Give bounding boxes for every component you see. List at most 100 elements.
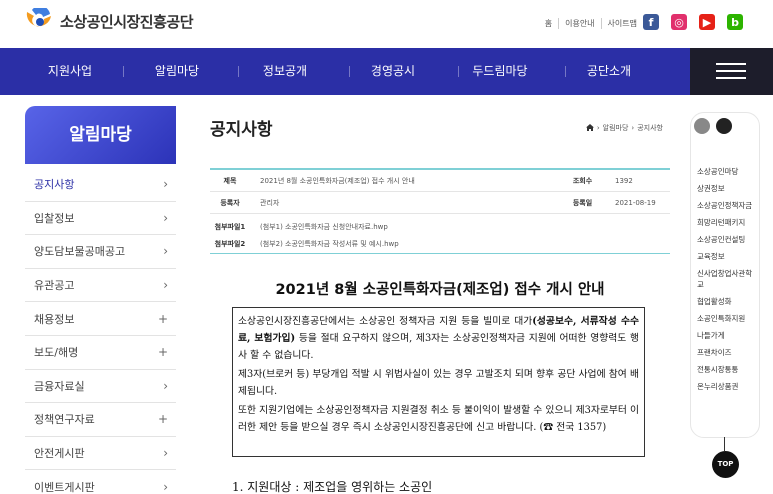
hamburger-menu-button[interactable] [690,48,773,95]
sidebar-item-label: 보도/해명 [34,346,79,360]
gnb-divider [238,66,239,77]
quick-menu-item[interactable]: 소상공인마당 [697,166,757,177]
gnb-item-disclosure[interactable]: 정보공개 [245,48,325,95]
date-label: 등록일 [572,198,593,207]
attachments: 첨부파일1 (첨부1) 소공인특화자금 신청안내자료.hwp 첨부파일2 (첨부… [210,214,670,254]
blog-icon[interactable]: b [727,14,743,30]
scroll-top-button[interactable]: TOP [712,451,739,478]
quick-menu-item[interactable]: 교육정보 [697,251,757,262]
chevron-right-icon: › [163,446,168,461]
home-icon[interactable] [585,123,594,133]
sidebar-item[interactable]: 양도담보물공매공고 › [25,235,176,269]
quick-menu-item[interactable]: 소상공인정책자금 [697,200,757,211]
chevron-right-icon: › [163,378,168,393]
post-subject-row: 제목 2021년 8월 소공인특화자금(제조업) 접수 개시 안내 조회수 13… [210,170,670,192]
quick-menu-item[interactable]: 소상공인컨설팅 [697,234,757,245]
youtube-icon[interactable]: ▶ [699,14,715,30]
sidebar-item[interactable]: 공지사항 › [25,168,176,202]
util-sitemap-link[interactable]: 사이트맵 [600,18,643,29]
gnb-item-notice[interactable]: 알림마당 [137,48,217,95]
facebook-icon[interactable]: f [643,14,659,30]
gnb-divider [349,66,350,77]
post-views: 1392 [615,176,633,185]
notice-text: 소상공인시장진흥공단에서는 소상공인 정책자금 지원 등을 빌미로 대가 [238,316,533,327]
sidebar-item[interactable]: 안전게시판 › [25,437,176,471]
plus-icon: + [157,311,168,326]
util-home-link[interactable]: 홈 [539,18,558,29]
arrow-up-icon [724,437,725,451]
quick-menu-item[interactable]: 소공인특화지원 [697,313,757,324]
lnb-title: 알림마당 [25,106,176,164]
attachment-row: 첨부파일2 (첨부2) 소공인특화자금 작성서류 및 예시.hwp [210,235,670,252]
side-nav: 공지사항 › 입찰정보 › 양도담보물공매공고 › 유관공고 › 채용정보 + 보도/해명 + 금융자료… [25,168,176,494]
post-author: 관리자 [260,198,280,207]
eligibility-heading: 1. 지원대상 : 제조업을 영위하는 소공인 [232,480,433,494]
quick-menu-item[interactable]: 전통시장통통 [697,364,757,375]
chat-icon[interactable] [716,118,732,134]
gnb-item-dodream[interactable]: 두드림마당 [460,48,540,95]
post-author-row: 등록자 관리자 등록일 2021-08-19 [210,192,670,214]
plus-icon: + [157,345,168,360]
sidebar-item[interactable]: 정책연구자료 + [25,403,176,437]
chevron-right-icon: › [163,479,168,494]
chevron-right-icon: › [163,210,168,225]
gnb-divider [458,66,459,77]
breadcrumb-separator: › [631,124,635,132]
util-guide-link[interactable]: 이용안내 [558,18,600,29]
quick-menu-item[interactable]: 나들가게 [697,330,757,341]
attachment-label: 첨부파일1 [214,222,246,231]
notice-paragraph: 또한 지원기업에는 소상공인정책자금 지원결정 취소 등 불이익이 발생할 수 … [238,405,640,433]
hamburger-icon [716,77,746,79]
chevron-right-icon: › [163,278,168,293]
sidebar-item[interactable]: 입찰정보 › [25,202,176,236]
chevron-right-icon: › [163,244,168,259]
attachment-link[interactable]: (첨부2) 소공인특화자금 작성서류 및 예시.hwp [250,239,399,249]
sidebar-item[interactable]: 유관공고 › [25,269,176,303]
page-title: 공지사항 [210,120,273,140]
quick-menu-item[interactable]: 협업활성화 [697,296,757,307]
camera-icon[interactable] [694,118,710,134]
post-date: 2021-08-19 [615,198,656,207]
gnb-divider [565,66,566,77]
attachment-label: 첨부파일2 [214,239,246,248]
sidebar-item[interactable]: 보도/해명 + [25,336,176,370]
breadcrumb: › 알림마당 › 공지사항 [585,123,663,133]
quick-menu-item[interactable]: 희망리턴패키지 [697,217,757,228]
attachment-link[interactable]: (첨부1) 소공인특화자금 신청안내자료.hwp [250,222,388,232]
logo[interactable]: 소상공인시장진흥공단 [24,5,194,34]
quick-menu-item[interactable]: 온누리상품권 [697,381,757,392]
gnb-divider [123,66,124,77]
quick-menu-item[interactable]: 프랜차이즈 [697,347,757,358]
gnb-item-management[interactable]: 경영공시 [353,48,433,95]
plus-icon: + [157,412,168,427]
breadcrumb-item[interactable]: 공지사항 [637,123,663,133]
sidebar-item-label: 공지사항 [34,178,75,192]
breadcrumb-item[interactable]: 알림마당 [603,123,629,133]
org-name: 소상공인시장진흥공단 [60,12,194,31]
notice-paragraph: 제3자(브로커 등) 부당개입 적발 시 위법사실이 있는 경우 고발조치 되며… [238,369,639,397]
breadcrumb-separator: › [596,124,600,132]
subject-label: 제목 [223,176,237,185]
attachment-row: 첨부파일1 (첨부1) 소공인특화자금 신청안내자료.hwp [210,218,670,235]
gnb-item-about[interactable]: 공단소개 [569,48,649,95]
quick-menu-item[interactable]: 신사업창업사관학교 [697,268,757,290]
sidebar-item[interactable]: 이벤트게시판 › [25,470,176,494]
sidebar-item-label: 양도담보물공매공고 [34,245,126,259]
sidebar-item[interactable]: 금융자료실 › [25,370,176,404]
utility-links: 홈 이용안내 사이트맵 [539,18,643,29]
sidebar-item-label: 안전게시판 [34,447,85,461]
sidebar-item[interactable]: 채용정보 + [25,302,176,336]
sidebar-item-label: 정책연구자료 [34,413,95,427]
warning-notice-box: 소상공인시장진흥공단에서는 소상공인 정책자금 지원 등을 빌미로 대가(성공보… [232,307,645,457]
gnb-item-support[interactable]: 지원사업 [30,48,110,95]
quick-menu-item[interactable]: 상권정보 [697,183,757,194]
chevron-right-icon: › [163,177,168,192]
hamburger-icon [716,70,746,72]
sidebar-item-label: 채용정보 [34,312,75,326]
sidebar-item-label: 이벤트게시판 [34,480,95,494]
post-info-table: 제목 2021년 8월 소공인특화자금(제조업) 접수 개시 안내 조회수 13… [210,168,670,254]
sns-links: f ◎ ▶ b [643,14,743,30]
instagram-icon[interactable]: ◎ [671,14,687,30]
page: 소상공인시장진흥공단 홈 이용안내 사이트맵 f ◎ ▶ b 지원사업 알림마당… [0,0,773,494]
global-nav: 지원사업 알림마당 정보공개 경영공시 두드림마당 공단소개 [0,48,773,95]
